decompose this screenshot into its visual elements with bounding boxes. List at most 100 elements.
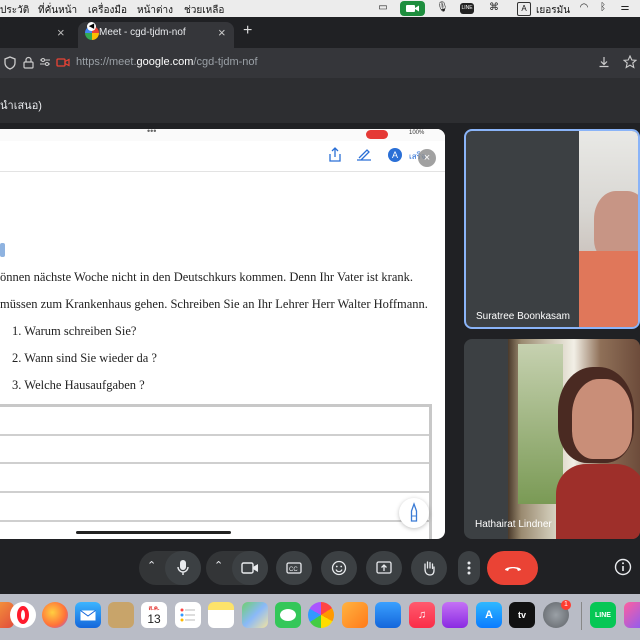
participant-face-2 bbox=[572, 379, 632, 459]
messages-icon[interactable] bbox=[275, 602, 301, 628]
participant-tile-1[interactable]: Suratree Boonkasam bbox=[464, 129, 640, 329]
line-menubar-icon[interactable]: LINE bbox=[460, 3, 474, 14]
pages-icon[interactable] bbox=[342, 602, 368, 628]
app-store-icon[interactable]: A bbox=[476, 602, 502, 628]
participant-shirt-1 bbox=[579, 251, 638, 327]
tab-title: Meet - cgd-tjdm-nof bbox=[99, 27, 186, 38]
shared-screen-document: ••• 100% A เสร็จ × önnen nächste Woche n… bbox=[0, 129, 445, 539]
download-icon[interactable] bbox=[598, 56, 610, 68]
tab-meet[interactable]: ◀ Meet - cgd-tjdm-nof × bbox=[78, 22, 234, 48]
reminders-icon[interactable] bbox=[175, 602, 201, 628]
mail-icon[interactable] bbox=[75, 602, 101, 628]
settings-notification-badge: 1 bbox=[561, 600, 571, 610]
macos-dock: ส.ค. 13 ♫ A tv 1 LINE bbox=[0, 594, 640, 640]
dock-app-partial-right-icon[interactable] bbox=[624, 602, 640, 628]
menu-history[interactable]: ประวัติ bbox=[0, 3, 29, 18]
writing-line bbox=[0, 491, 429, 493]
browser-toolbar: https://meet.google.com/cgd-tjdm-nof bbox=[0, 48, 640, 78]
microphone-status-icon[interactable]: 🎙 bbox=[436, 2, 449, 14]
captions-button[interactable]: CC bbox=[276, 551, 312, 585]
audio-playing-icon[interactable]: ◀ bbox=[87, 22, 96, 31]
maps-icon[interactable] bbox=[242, 602, 268, 628]
camera-button[interactable] bbox=[232, 551, 268, 585]
url-domain: google.com bbox=[136, 56, 194, 68]
address-bar[interactable]: https://meet.google.com/cgd-tjdm-nof bbox=[0, 52, 640, 74]
wifi-icon[interactable]: ◠ bbox=[578, 2, 590, 14]
presentation-bar: นำเสนอ) bbox=[0, 78, 640, 123]
opera-icon[interactable] bbox=[10, 602, 36, 628]
firefox-icon[interactable] bbox=[42, 602, 68, 628]
participant-name-2: Hathairat Lindner bbox=[475, 519, 552, 530]
raise-hand-icon bbox=[424, 561, 435, 576]
input-source-badge[interactable]: A bbox=[517, 2, 531, 16]
close-icon[interactable]: × bbox=[418, 149, 436, 167]
end-call-button[interactable] bbox=[487, 551, 538, 585]
bookmark-star-icon[interactable] bbox=[623, 55, 637, 69]
raise-hand-button[interactable] bbox=[411, 551, 447, 585]
writing-line bbox=[0, 434, 429, 436]
window-view bbox=[518, 344, 563, 504]
mic-options-chevron-icon[interactable]: ⌃ bbox=[147, 559, 156, 572]
reactions-button[interactable] bbox=[321, 551, 357, 585]
menu-tools[interactable]: เครื่องมือ bbox=[88, 3, 127, 18]
answer-writing-box[interactable] bbox=[0, 404, 432, 539]
url-text[interactable]: https://meet.google.com/cgd-tjdm-nof bbox=[76, 56, 258, 68]
markup-pen-icon[interactable] bbox=[355, 147, 373, 163]
list-icon bbox=[180, 608, 195, 622]
music-icon[interactable]: ♫ bbox=[409, 602, 435, 628]
more-options-button[interactable] bbox=[458, 551, 480, 585]
multitasking-dots-icon: ••• bbox=[147, 129, 157, 136]
participant-name-1: Suratree Boonkasam bbox=[476, 311, 570, 322]
keynote-icon[interactable] bbox=[375, 602, 401, 628]
new-tab-button[interactable]: + bbox=[243, 22, 252, 40]
photos-icon[interactable] bbox=[308, 602, 334, 628]
tab-close-icon[interactable]: × bbox=[218, 25, 226, 40]
participant-video-2 bbox=[508, 339, 640, 539]
tab-previous[interactable]: × bbox=[0, 22, 75, 48]
pencil-icon bbox=[410, 502, 418, 522]
captions-icon: CC bbox=[286, 562, 302, 574]
present-screen-icon bbox=[376, 561, 392, 574]
calendar-day: 13 bbox=[147, 612, 161, 626]
pencil-tool-button[interactable] bbox=[399, 498, 429, 528]
input-source-label[interactable]: เยอรมัน bbox=[536, 3, 570, 18]
game-controller-icon[interactable]: ⌘ bbox=[488, 2, 500, 14]
screen-recording-icon bbox=[366, 130, 388, 139]
mac-menubar: ประวัติ ที่คั่นหน้า เครื่องมือ หน้าต่าง … bbox=[0, 0, 640, 17]
question-2: 2. Wann sind Sie wieder da ? bbox=[12, 351, 157, 365]
share-icon[interactable] bbox=[328, 147, 342, 163]
tablet-status-bar: ••• 100% bbox=[0, 129, 445, 141]
question-1: 1. Warum schreiben Sie? bbox=[12, 324, 137, 338]
meet-camera-indicator-icon[interactable] bbox=[400, 1, 425, 16]
participant-shirt-2 bbox=[556, 464, 640, 539]
document-app-toolbar: A เสร็จ × bbox=[0, 141, 445, 172]
control-center-icon[interactable]: ⚌ bbox=[619, 2, 631, 14]
participant-tile-2[interactable]: Hathairat Lindner bbox=[464, 339, 640, 539]
apple-tv-icon[interactable]: tv bbox=[509, 602, 535, 628]
calendar-icon[interactable]: ส.ค. 13 bbox=[141, 602, 167, 628]
shield-icon[interactable] bbox=[4, 56, 16, 70]
presentation-label: นำเสนอ) bbox=[0, 100, 42, 112]
contacts-icon[interactable] bbox=[108, 602, 134, 628]
notes-icon[interactable] bbox=[208, 602, 234, 628]
camera-in-use-icon[interactable] bbox=[56, 57, 70, 67]
screen-mirror-icon[interactable]: ▭ bbox=[377, 2, 389, 14]
lock-icon[interactable] bbox=[23, 56, 34, 69]
camera-options-chevron-icon[interactable]: ⌃ bbox=[214, 559, 223, 572]
menu-window[interactable]: หน้าต่าง bbox=[137, 3, 173, 18]
question-3: 3. Welche Hausaufgaben ? bbox=[12, 378, 145, 392]
bluetooth-icon[interactable]: ᛒ bbox=[597, 2, 609, 14]
menu-bookmarks[interactable]: ที่คั่นหน้า bbox=[38, 3, 77, 18]
menu-help[interactable]: ช่วยเหลือ bbox=[184, 3, 224, 18]
tab-close-icon[interactable]: × bbox=[57, 25, 65, 40]
podcasts-icon[interactable] bbox=[442, 602, 468, 628]
acrobat-icon[interactable]: A bbox=[388, 148, 402, 162]
line-app-icon[interactable]: LINE bbox=[590, 602, 616, 628]
line-label: LINE bbox=[595, 611, 611, 619]
present-screen-button[interactable] bbox=[366, 551, 402, 585]
site-settings-icon[interactable] bbox=[39, 57, 51, 67]
microphone-button[interactable] bbox=[165, 551, 201, 585]
home-indicator bbox=[76, 531, 231, 534]
more-vert-icon bbox=[467, 561, 471, 575]
meeting-info-button[interactable] bbox=[613, 557, 633, 577]
